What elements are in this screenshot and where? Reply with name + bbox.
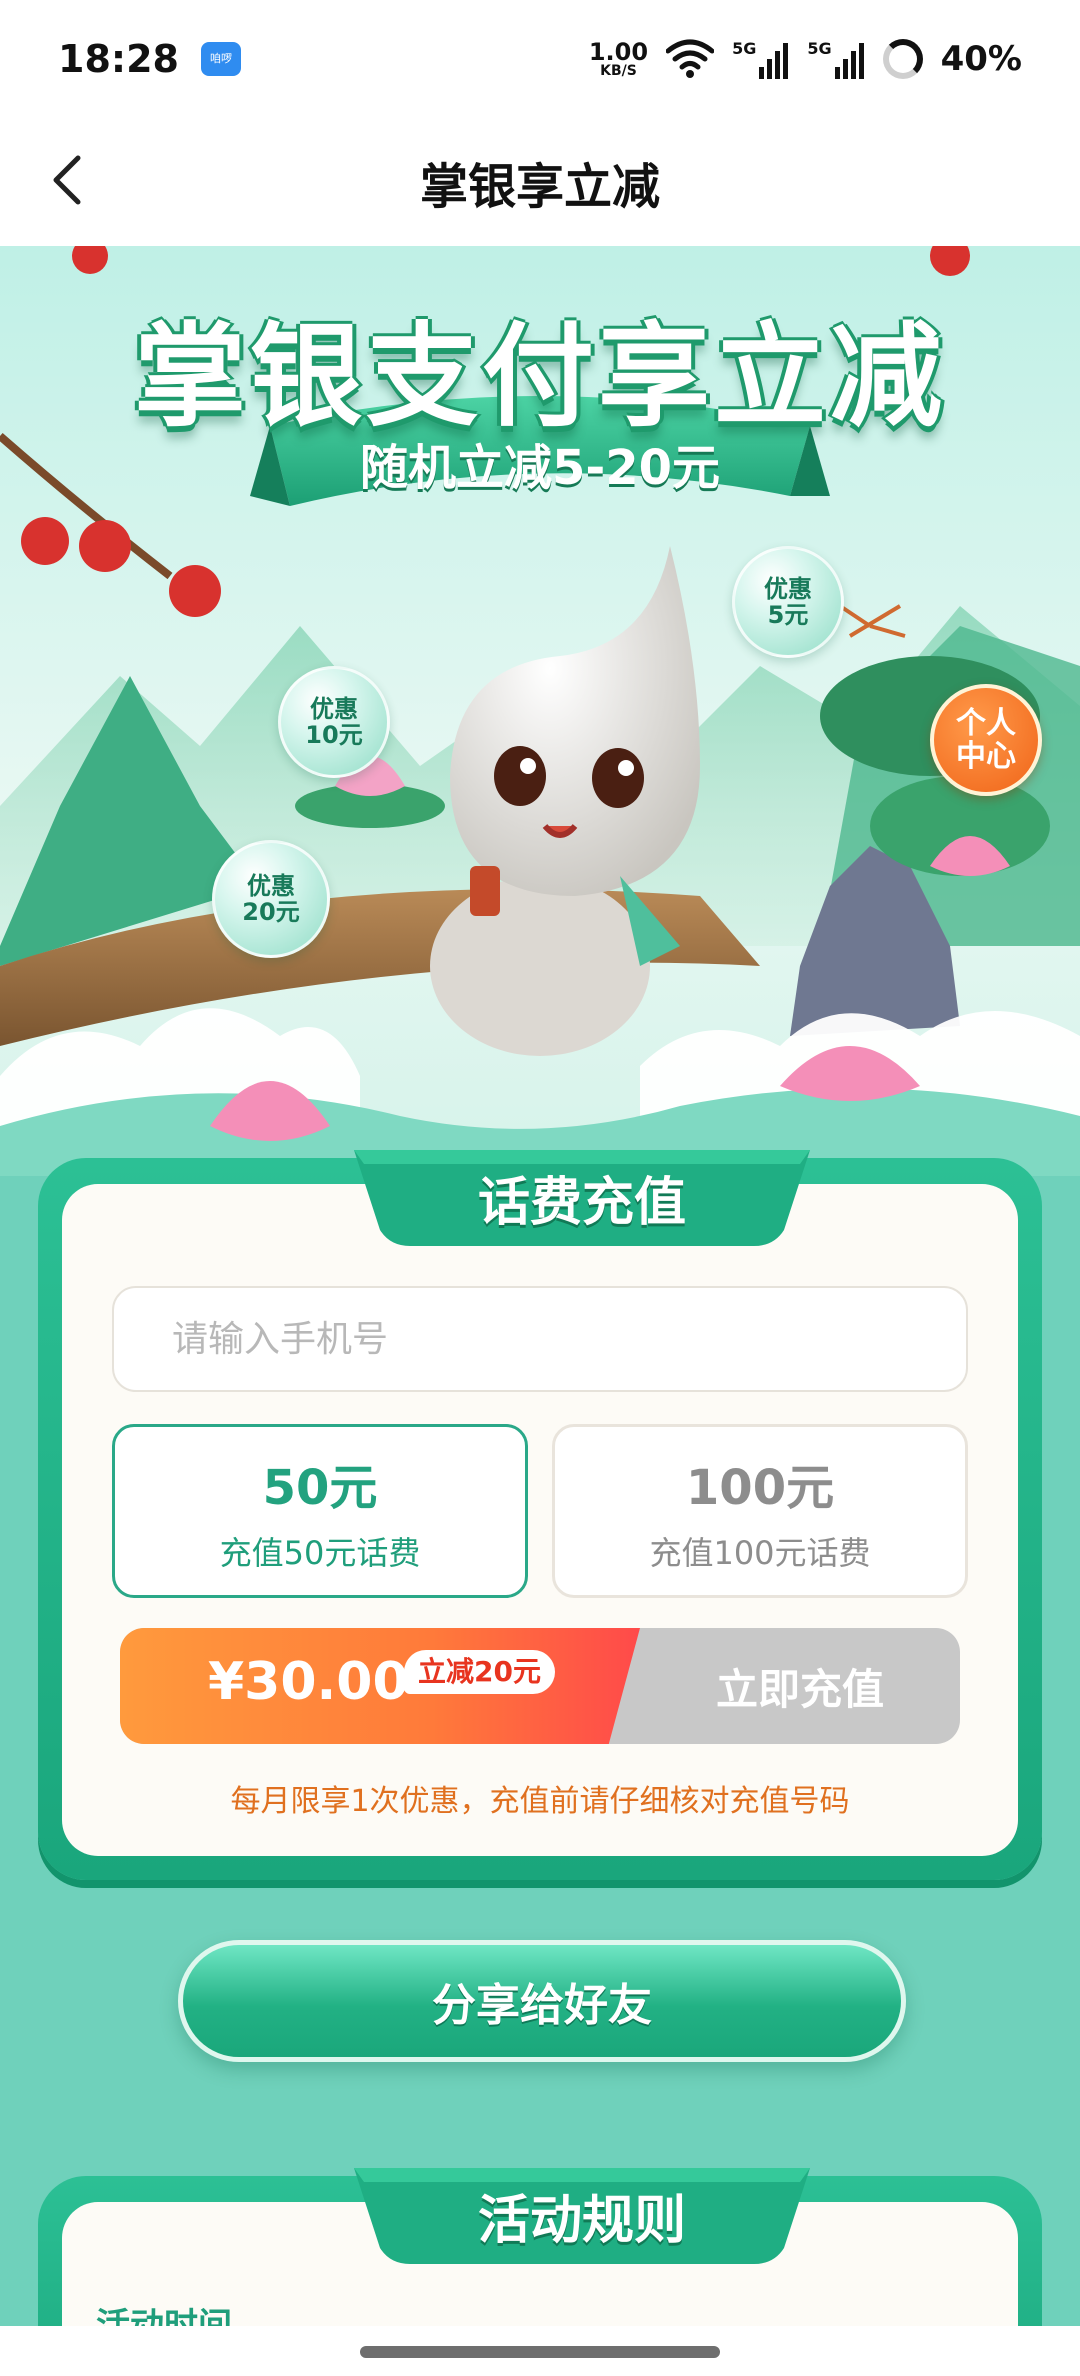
- lychee-fruit: [169, 565, 221, 617]
- bubble-value: 5元: [767, 601, 809, 629]
- amount-option-value: 100元: [685, 1460, 835, 1516]
- phone-number-input[interactable]: [112, 1286, 968, 1392]
- mascot-eye-right: [592, 748, 644, 808]
- recharge-now-button[interactable]: 立即充值: [640, 1628, 960, 1744]
- wifi-icon: [666, 39, 715, 78]
- nav-bar: 掌银享立减: [0, 118, 1080, 246]
- mascot-body: [430, 876, 650, 1056]
- share-to-friends-button[interactable]: 分享给好友: [178, 1940, 906, 2062]
- personal-center-line2: 中心: [956, 739, 1016, 774]
- discount-bubble-10: 优惠 10元: [278, 666, 390, 778]
- chevron-left-icon[interactable]: [38, 148, 102, 212]
- bubble-label: 优惠: [247, 871, 295, 900]
- mascot-eye-left: [494, 746, 546, 806]
- bubble-value: 10元: [305, 721, 363, 749]
- lychee-fruit: [79, 520, 131, 572]
- mascot-cup: [470, 866, 500, 916]
- status-indicators: 1.00 KB/S 5G 5G 40%: [589, 39, 1022, 79]
- page-title: 掌银享立减: [419, 159, 660, 215]
- bubble-label: 优惠: [764, 574, 812, 603]
- signal-bars-icon: [759, 43, 789, 79]
- signal-5g-2: 5G: [807, 39, 864, 79]
- signal-5g-1-label: 5G: [732, 39, 757, 58]
- pay-price: ¥30.00: [208, 1652, 409, 1712]
- network-speed: 1.00 KB/S: [589, 40, 648, 78]
- hero-title: 掌银支付享立减: [134, 312, 946, 442]
- signal-5g-1: 5G: [732, 39, 789, 79]
- recharge-notice: 每月限享1次优惠，充值前请仔细核对充值号码: [230, 1784, 850, 1819]
- mascot-mouth: [542, 823, 578, 838]
- bubble-value: 20元: [242, 898, 300, 926]
- status-bar: 18:28 咱啰 1.00 KB/S 5G 5G 40%: [0, 0, 1080, 118]
- rules-tab-label: 活动规则: [477, 2191, 686, 2251]
- signal-bars-icon: [834, 43, 864, 79]
- battery-percent: 40%: [940, 39, 1022, 79]
- personal-center-button[interactable]: 个人 中心: [930, 684, 1042, 796]
- network-speed-unit: KB/S: [600, 63, 637, 79]
- amount-option-desc: 充值50元话费: [219, 1534, 421, 1572]
- pay-bar: ¥30.00 立减20元 立即充值: [120, 1628, 960, 1744]
- battery-icon: [882, 39, 923, 79]
- gesture-bar: [0, 2326, 1080, 2376]
- hero-ribbon-text: 随机立减5-20元: [359, 440, 721, 496]
- signal-5g-2-label: 5G: [807, 39, 832, 58]
- page: 18:28 咱啰 1.00 KB/S 5G 5G 40% 掌银享立减 掌银支付享…: [0, 0, 1080, 2376]
- hero-banner: 掌银支付享立减 随机立减5-20元 优惠 5元 优惠 10元 优惠 20元 个人…: [0, 246, 1080, 1176]
- app-notification-icon: 咱啰: [200, 42, 241, 76]
- amount-option-100[interactable]: 100元 充值100元话费: [552, 1424, 968, 1598]
- network-speed-value: 1.00: [588, 38, 649, 66]
- lychee-fruit: [21, 517, 69, 565]
- recharge-tab-label: 话费充值: [477, 1173, 686, 1233]
- bubble-label: 优惠: [310, 694, 358, 723]
- discount-bubble-20: 优惠 20元: [212, 840, 330, 958]
- amount-option-desc: 充值100元话费: [649, 1534, 871, 1572]
- amount-option-50[interactable]: 50元 充值50元话费: [112, 1424, 528, 1598]
- home-indicator[interactable]: [360, 2346, 720, 2358]
- discount-badge: 立减20元: [404, 1650, 555, 1694]
- discount-bubble-5: 优惠 5元: [732, 546, 844, 658]
- amount-option-value: 50元: [262, 1460, 378, 1516]
- status-time: 18:28: [58, 37, 179, 81]
- personal-center-line1: 个人: [956, 706, 1016, 741]
